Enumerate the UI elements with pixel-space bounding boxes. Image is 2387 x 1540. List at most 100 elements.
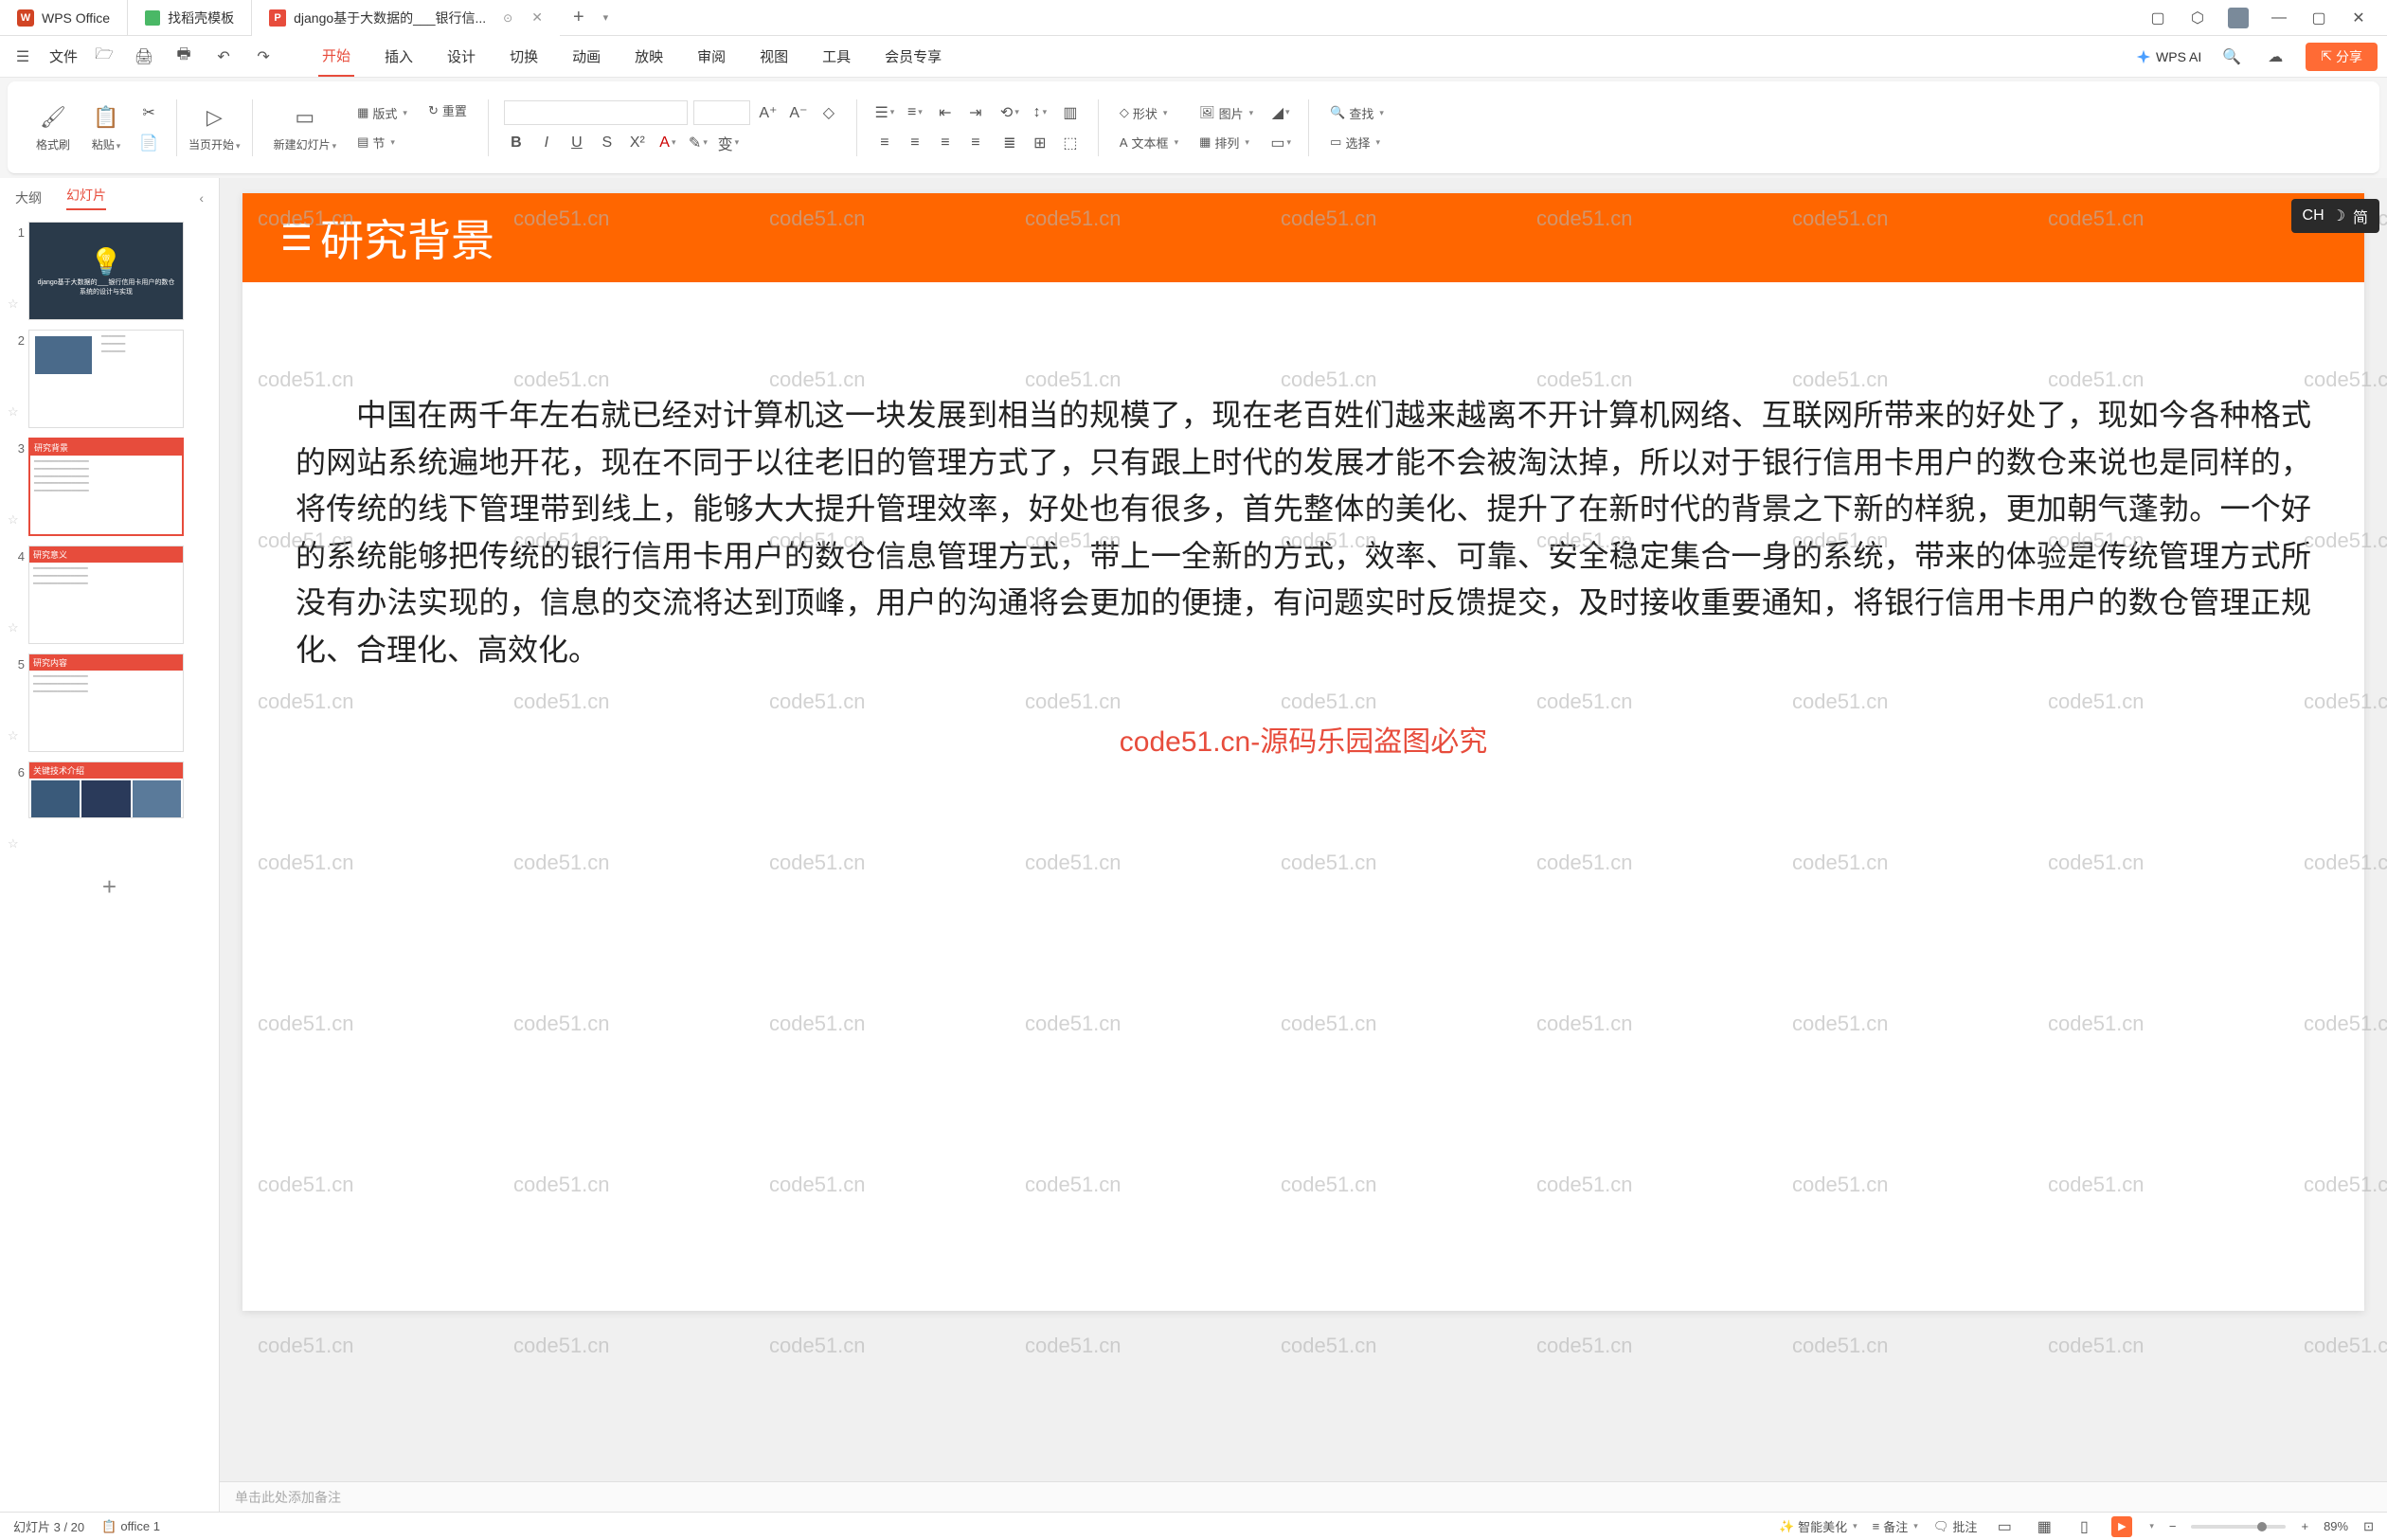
tab-design[interactable]: 设计 bbox=[443, 37, 479, 76]
star-icon[interactable]: ☆ bbox=[8, 240, 25, 312]
slideshow-dropdown[interactable]: ▾ bbox=[2149, 1521, 2154, 1531]
align-justify-icon[interactable]: ≡ bbox=[963, 131, 988, 155]
normal-view-icon[interactable]: ▭ bbox=[1992, 1514, 2017, 1539]
redo-icon[interactable]: ↷ bbox=[250, 44, 277, 70]
zoom-out-icon[interactable]: − bbox=[2169, 1519, 2177, 1533]
add-slide-button[interactable]: + bbox=[8, 861, 211, 913]
spacing-icon[interactable]: ⊞ bbox=[1028, 131, 1052, 155]
numbering-icon[interactable]: ≡▾ bbox=[903, 100, 927, 125]
star-icon[interactable]: ☆ bbox=[8, 564, 25, 636]
textbox-button[interactable]: A文本框▾ bbox=[1114, 131, 1184, 154]
align-distribute-icon[interactable]: ≣ bbox=[997, 131, 1022, 155]
cut-icon[interactable]: ✂ bbox=[136, 100, 161, 125]
increase-indent-icon[interactable]: ⇥ bbox=[963, 100, 988, 125]
thumbnail-2[interactable]: ━━━━━━━━━━━━━━━━━━━━━ 摘 要 bbox=[28, 330, 184, 428]
outline-tab[interactable]: 大纲 bbox=[15, 188, 42, 207]
tab-transition[interactable]: 切换 bbox=[506, 37, 542, 76]
file-menu[interactable]: 文件 bbox=[49, 46, 78, 66]
tab-dropdown-icon[interactable]: ⊙ bbox=[503, 11, 512, 25]
image-button[interactable]: 🖼图片▾ bbox=[1194, 101, 1259, 125]
app-tab-document[interactable]: P django基于大数据的___银行信... ⊙ ✕ bbox=[252, 0, 560, 36]
notes-area[interactable]: 单击此处添加备注 bbox=[220, 1481, 2387, 1512]
strikethrough-icon[interactable]: S bbox=[595, 131, 619, 155]
star-icon[interactable]: ☆ bbox=[8, 672, 25, 743]
bullets-icon[interactable]: ☰▾ bbox=[872, 100, 897, 125]
tab-menu-dropdown[interactable]: ▾ bbox=[603, 11, 609, 24]
tab-close-icon[interactable]: ✕ bbox=[531, 9, 543, 26]
tab-review[interactable]: 审阅 bbox=[693, 37, 729, 76]
zoom-percent[interactable]: 89% bbox=[2324, 1519, 2348, 1533]
minimize-icon[interactable]: — bbox=[2270, 9, 2288, 27]
decrease-indent-icon[interactable]: ⇤ bbox=[933, 100, 958, 125]
slides-tab[interactable]: 幻灯片 bbox=[66, 186, 106, 210]
wps-ai-button[interactable]: WPS AI bbox=[2135, 48, 2201, 65]
align-right-icon[interactable]: ≡ bbox=[933, 131, 958, 155]
find-button[interactable]: 🔍查找▾ bbox=[1324, 101, 1390, 125]
columns-icon[interactable]: ▥ bbox=[1058, 100, 1083, 125]
font-family-select[interactable] bbox=[504, 100, 688, 125]
avatar-icon[interactable] bbox=[2228, 8, 2249, 28]
slide-title[interactable]: 研究背景 bbox=[320, 206, 494, 269]
shape-button[interactable]: ◇形状▾ bbox=[1114, 101, 1184, 125]
tab-start[interactable]: 开始 bbox=[318, 36, 354, 77]
collapse-panel-icon[interactable]: ‹ bbox=[199, 190, 204, 206]
tab-insert[interactable]: 插入 bbox=[381, 37, 417, 76]
beautify-button[interactable]: ✨智能美化▾ bbox=[1779, 1517, 1858, 1535]
tab-tools[interactable]: 工具 bbox=[818, 37, 854, 76]
outline-icon[interactable]: ▭▾ bbox=[1268, 131, 1293, 155]
fill-color-icon[interactable]: ◢▾ bbox=[1268, 100, 1293, 125]
text-direction-icon[interactable]: ⟲▾ bbox=[997, 100, 1022, 125]
app-tab-template[interactable]: 找稻壳模板 bbox=[128, 0, 252, 36]
select-button[interactable]: ▭选择▾ bbox=[1324, 131, 1390, 154]
zoom-in-icon[interactable]: + bbox=[2301, 1519, 2308, 1533]
text-effect-icon[interactable]: 变▾ bbox=[716, 131, 741, 155]
maximize-icon[interactable]: ▢ bbox=[2309, 9, 2328, 27]
thumbnail-1[interactable]: 💡 django基于大数据的___银行信用卡用户的数仓系统的设计与实现 bbox=[28, 222, 184, 320]
slideshow-button[interactable]: ▶ bbox=[2111, 1516, 2132, 1537]
print-icon[interactable]: 🖶 bbox=[170, 44, 197, 70]
section-button[interactable]: ▤节▾ bbox=[351, 131, 413, 154]
cloud-icon[interactable]: ☁ bbox=[2262, 44, 2288, 70]
increase-font-icon[interactable]: A⁺ bbox=[756, 100, 781, 125]
hamburger-icon[interactable]: ☰ bbox=[9, 44, 36, 70]
arrange-button[interactable]: ▦排列▾ bbox=[1194, 131, 1259, 154]
font-size-select[interactable] bbox=[693, 100, 750, 125]
star-icon[interactable]: ☆ bbox=[8, 779, 25, 851]
underline-icon[interactable]: U bbox=[565, 131, 589, 155]
reading-view-icon[interactable]: ▯ bbox=[2072, 1514, 2096, 1539]
font-color-icon[interactable]: A▾ bbox=[655, 131, 680, 155]
undo-icon[interactable]: ↶ bbox=[210, 44, 237, 70]
thumbnail-3[interactable]: 研究背景 ━━━━━━━━━━━━━━━━━━━━━━━━━━━━━━━━━━━… bbox=[28, 438, 184, 536]
slide-body[interactable]: 中国在两千年左右就已经对计算机这一块发展到相当的规模了，现在老百姓们越来越离不开… bbox=[242, 282, 2364, 712]
tab-add-button[interactable]: + bbox=[560, 7, 598, 28]
thumbnail-6[interactable]: 关键技术介绍 bbox=[28, 761, 184, 818]
share-button[interactable]: ⇱ 分享 bbox=[2306, 43, 2378, 71]
bold-icon[interactable]: B bbox=[504, 131, 529, 155]
comments-toggle[interactable]: 🗨批注 bbox=[1933, 1517, 1978, 1535]
decrease-font-icon[interactable]: A⁻ bbox=[786, 100, 811, 125]
slide-canvas[interactable]: ☰ 研究背景 中国在两千年左右就已经对计算机这一块发展到相当的规模了，现在老百姓… bbox=[242, 193, 2364, 1311]
window-layout-icon[interactable]: ▢ bbox=[2148, 9, 2167, 27]
paste-button[interactable]: 📋 粘贴▾ bbox=[85, 98, 127, 156]
align-left-icon[interactable]: ≡ bbox=[872, 131, 897, 155]
clear-format-icon[interactable]: ◇ bbox=[817, 100, 841, 125]
superscript-icon[interactable]: X² bbox=[625, 131, 650, 155]
search-icon[interactable]: 🔍 bbox=[2218, 44, 2245, 70]
tab-slideshow[interactable]: 放映 bbox=[631, 37, 667, 76]
zoom-slider[interactable] bbox=[2191, 1525, 2286, 1529]
layout-button[interactable]: ▦版式▾ bbox=[351, 101, 413, 125]
office-indicator[interactable]: 📋office 1 bbox=[101, 1519, 160, 1534]
italic-icon[interactable]: I bbox=[534, 131, 559, 155]
open-icon[interactable]: 🗁 bbox=[91, 44, 117, 70]
highlight-icon[interactable]: ✎▾ bbox=[686, 131, 710, 155]
copy-icon[interactable]: 📄 bbox=[136, 131, 161, 155]
cube-icon[interactable]: ⬡ bbox=[2188, 9, 2207, 27]
format-brush-button[interactable]: 🖌 格式刷 bbox=[30, 98, 76, 156]
star-icon[interactable]: ☆ bbox=[8, 348, 25, 420]
save-icon[interactable]: 🖨 bbox=[131, 44, 157, 70]
tab-member[interactable]: 会员专享 bbox=[881, 37, 945, 76]
fit-screen-icon[interactable]: ⊡ bbox=[2363, 1519, 2374, 1534]
zoom-handle[interactable] bbox=[2257, 1522, 2267, 1531]
close-icon[interactable]: ✕ bbox=[2349, 9, 2368, 27]
star-icon[interactable]: ☆ bbox=[8, 456, 25, 528]
